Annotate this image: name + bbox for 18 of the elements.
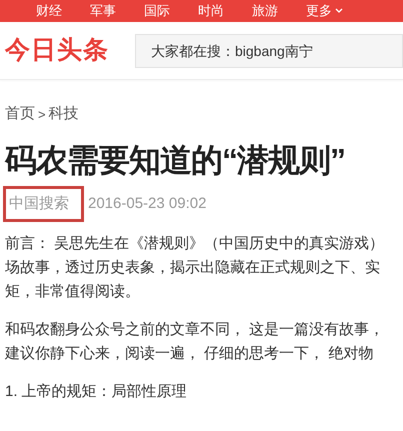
nav-link[interactable]: 财经: [36, 1, 62, 21]
logo[interactable]: 今日头条: [5, 32, 135, 70]
more-menu[interactable]: 更多: [306, 1, 343, 21]
search-field[interactable]: 大家都在搜：bigbang南宁: [135, 34, 403, 68]
paragraph: 1. 上帝的规矩：局部性原理: [5, 382, 188, 402]
article-source: 中国搜索: [3, 186, 84, 222]
breadcrumb-link[interactable]: 科技: [48, 103, 79, 126]
nav-link[interactable]: 军事: [90, 1, 116, 21]
nav-link[interactable]: 国际: [144, 1, 170, 21]
paragraph: 前言： 吴思先生在《潜规则》（中国历史中的真实游戏） 场故事，透过历史表象，揭示出隐藏在正式规则之下、实 矩，非常值得阅读。: [5, 234, 386, 302]
publish-time: 2016-05-23 09:02: [88, 194, 206, 214]
article-title: 码农需要知道的“潜规则”: [4, 140, 346, 180]
chevron-down-icon: [335, 8, 343, 14]
breadcrumb-link[interactable]: 首页: [5, 103, 35, 126]
breadcrumb-separator: >: [38, 106, 46, 124]
paragraph: 和码农翻身公众号之前的文章不同， 这是一篇没有故事， 建议你静下心来，阅读一遍， 仔细的思考一下， 绝对物: [5, 320, 386, 364]
nav-link[interactable]: 旅游: [252, 1, 278, 21]
nav-link[interactable]: 时尚: [198, 1, 224, 21]
